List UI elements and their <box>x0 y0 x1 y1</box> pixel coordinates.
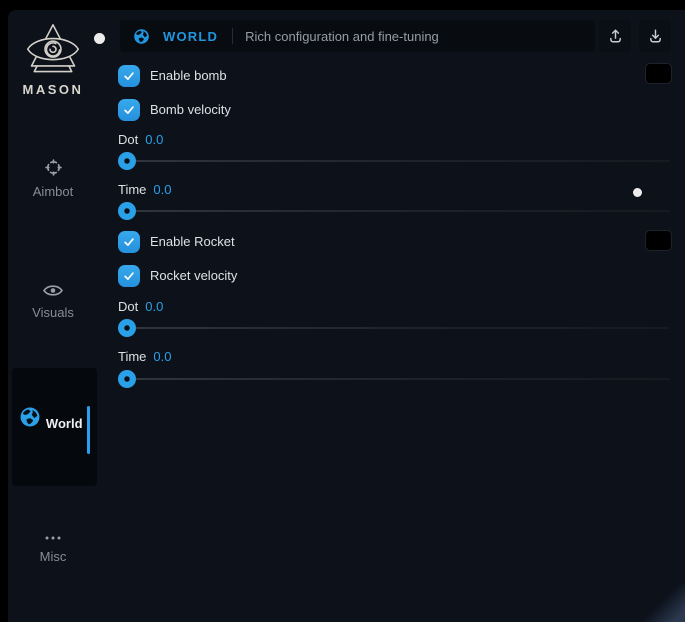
corner-glow-decoration <box>637 584 685 622</box>
check-icon <box>122 269 136 283</box>
rocket-dot-slider-label: Dot 0.0 <box>118 299 163 314</box>
bomb-color-swatch[interactable] <box>645 63 672 84</box>
sidebar-item-label: Visuals <box>32 305 74 320</box>
sidebar-item-label: Aimbot <box>33 184 73 199</box>
bomb-velocity-label: Bomb velocity <box>150 99 231 121</box>
bomb-dot-slider-handle[interactable] <box>118 152 136 170</box>
sidebar-item-misc[interactable]: Misc <box>8 534 98 566</box>
sidebar-item-aimbot[interactable]: Aimbot <box>8 158 98 201</box>
upload-config-button[interactable] <box>599 20 631 52</box>
slider-value: 0.0 <box>153 182 171 197</box>
pyramid-eye-icon <box>24 22 82 80</box>
ellipsis-icon <box>43 534 63 542</box>
rocket-velocity-checkbox[interactable] <box>118 265 140 287</box>
check-icon <box>122 69 136 83</box>
bomb-time-slider-label: Time 0.0 <box>118 182 171 197</box>
globe-icon <box>19 406 41 428</box>
sidebar-item-world[interactable]: World <box>12 368 97 486</box>
cursor-dot <box>633 188 642 197</box>
page-subtitle: Rich configuration and fine-tuning <box>245 29 439 44</box>
rocket-time-slider-track[interactable] <box>118 378 670 380</box>
brand-name: MASON <box>8 82 98 97</box>
download-config-button[interactable] <box>639 20 671 52</box>
eye-icon <box>43 283 63 298</box>
check-icon <box>122 235 136 249</box>
slider-name: Time <box>118 349 146 364</box>
bomb-dot-slider-track[interactable] <box>118 160 670 162</box>
globe-icon <box>133 28 150 45</box>
bomb-dot-slider-label: Dot 0.0 <box>118 132 163 147</box>
page-header: WORLD Rich configuration and fine-tuning <box>120 20 595 52</box>
rocket-dot-slider-track[interactable] <box>118 327 670 329</box>
slider-value: 0.0 <box>145 132 163 147</box>
enable-bomb-label: Enable bomb <box>150 65 227 87</box>
bomb-velocity-checkbox[interactable] <box>118 99 140 121</box>
brand-logo <box>8 22 98 85</box>
slider-name: Dot <box>118 299 138 314</box>
sidebar-item-visuals[interactable]: Visuals <box>8 283 98 322</box>
slider-value: 0.0 <box>145 299 163 314</box>
slider-name: Time <box>118 182 146 197</box>
header-divider <box>232 28 233 44</box>
enable-rocket-label: Enable Rocket <box>150 231 235 253</box>
selected-indicator <box>87 406 90 454</box>
upload-icon <box>607 27 624 45</box>
bomb-time-slider-handle[interactable] <box>118 202 136 220</box>
rocket-time-slider-handle[interactable] <box>118 370 136 388</box>
rocket-time-slider-label: Time 0.0 <box>118 349 171 364</box>
rocket-color-swatch[interactable] <box>645 230 672 251</box>
sidebar: MASON Aimbot Visuals <box>8 10 110 622</box>
enable-bomb-checkbox[interactable] <box>118 65 140 87</box>
app-window: MASON Aimbot Visuals <box>8 10 685 622</box>
sidebar-item-label: Misc <box>40 549 67 564</box>
bomb-time-slider-track[interactable] <box>118 210 670 212</box>
enable-rocket-checkbox[interactable] <box>118 231 140 253</box>
check-icon <box>122 103 136 117</box>
rocket-dot-slider-handle[interactable] <box>118 319 136 337</box>
rocket-velocity-label: Rocket velocity <box>150 265 237 287</box>
crosshair-icon <box>44 158 63 177</box>
slider-name: Dot <box>118 132 138 147</box>
cursor-dot <box>94 33 105 44</box>
slider-value: 0.0 <box>153 349 171 364</box>
page-title: WORLD <box>163 29 218 44</box>
download-icon <box>647 27 664 45</box>
sidebar-item-label: World <box>46 416 83 431</box>
